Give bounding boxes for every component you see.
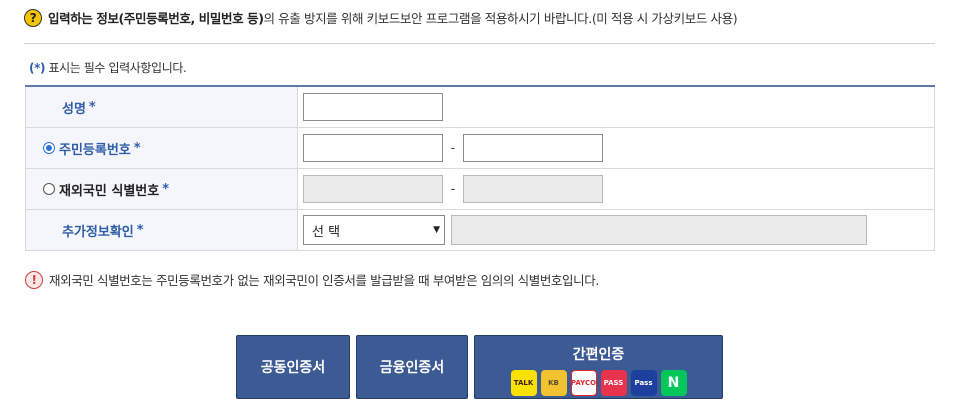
payco-icon: PAYCO	[570, 370, 597, 396]
name-label-cell: 성명 *	[25, 85, 298, 128]
required-star: *	[133, 140, 141, 156]
question-icon: ?	[24, 8, 42, 27]
simple-auth-button[interactable]: 간편인증 TALK KB PAYCO PASS Pass N	[474, 335, 723, 399]
name-input[interactable]	[303, 93, 443, 121]
extra-info-row: 추가정보확인 * 선 택 ▼	[25, 209, 935, 251]
rrn-dash: -	[450, 140, 456, 156]
joint-cert-button[interactable]: 공동인증서	[236, 335, 350, 399]
select-value: 선 택	[312, 224, 341, 240]
required-note-text: 표시는 필수 입력사항입니다.	[45, 61, 187, 75]
identity-form: 성명 * 주민등록번호 * - 재외국민 식별번호 * - 추가정보확인 * 선…	[25, 85, 935, 251]
warning-text: 재외국민 식별번호는 주민등록번호가 없는 재외국민이 인증서를 발급받을 때 …	[49, 273, 599, 288]
foreign-id-warning: ! 재외국민 식별번호는 주민등록번호가 없는 재외국민이 인증서를 발급받을 …	[25, 270, 599, 289]
required-star: *	[136, 222, 144, 238]
notice-bold-text: 입력하는 정보(주민등록번호, 비밀번호 등)	[48, 11, 264, 26]
exclamation-icon: !	[25, 270, 43, 289]
name-label: 성명	[62, 101, 86, 117]
simple-auth-logos: TALK KB PAYCO PASS Pass N	[509, 370, 689, 396]
rrn-field-cell: -	[297, 127, 935, 169]
foreign-id-back-input	[463, 175, 603, 203]
foreign-id-dash: -	[450, 181, 456, 197]
keyboard-security-notice: ? 입력하는 정보(주민등록번호, 비밀번호 등) 의 유출 방지를 위해 키보…	[24, 8, 738, 27]
extra-info-select[interactable]: 선 택 ▼	[303, 215, 445, 245]
foreign-id-label-cell[interactable]: 재외국민 식별번호 *	[25, 168, 298, 210]
foreign-id-front-input	[303, 175, 443, 203]
extra-info-field-cell: 선 택 ▼	[297, 209, 935, 251]
extra-info-input	[451, 215, 867, 245]
name-field-cell	[297, 85, 935, 128]
rrn-front-input[interactable]	[303, 134, 443, 162]
pass-icon: PASS	[600, 370, 627, 396]
foreign-id-label: 재외국민 식별번호	[59, 183, 160, 199]
notice-text: 의 유출 방지를 위해 키보드보안 프로그램을 적용하시기 바랍니다.(미 적용…	[263, 11, 738, 26]
extra-info-label-cell: 추가정보확인 *	[25, 209, 298, 251]
foreign-id-field-cell: -	[297, 168, 935, 210]
extra-info-label: 추가정보확인	[62, 224, 134, 240]
required-star: *	[88, 99, 96, 115]
rrn-label: 주민등록번호	[59, 142, 131, 158]
naver-icon: N	[660, 370, 687, 396]
radio-unselected-icon[interactable]	[43, 183, 55, 195]
rrn-row: 주민등록번호 * -	[25, 127, 935, 169]
radio-selected-icon[interactable]	[43, 142, 55, 154]
kakao-talk-icon: TALK	[510, 370, 537, 396]
triangle-down-icon: ▼	[433, 225, 440, 235]
rrn-back-input[interactable]	[463, 134, 603, 162]
samsung-pass-icon: Pass	[630, 370, 657, 396]
rrn-label-cell[interactable]: 주민등록번호 *	[25, 127, 298, 169]
financial-cert-button[interactable]: 금융인증서	[356, 335, 468, 399]
joint-cert-label: 공동인증서	[260, 360, 326, 376]
auth-buttons: 공동인증서 금융인증서 간편인증 TALK KB PAYCO PASS Pass…	[236, 335, 729, 399]
foreign-id-row: 재외국민 식별번호 * -	[25, 168, 935, 210]
kb-bank-icon: KB	[540, 370, 567, 396]
required-note: (*) 표시는 필수 입력사항입니다.	[26, 59, 187, 76]
simple-auth-label: 간편인증	[572, 347, 625, 363]
required-star-mark: (*)	[29, 61, 46, 75]
financial-cert-label: 금융인증서	[379, 360, 445, 376]
divider	[24, 43, 935, 44]
name-row: 성명 *	[25, 85, 935, 128]
required-star: *	[162, 181, 170, 197]
